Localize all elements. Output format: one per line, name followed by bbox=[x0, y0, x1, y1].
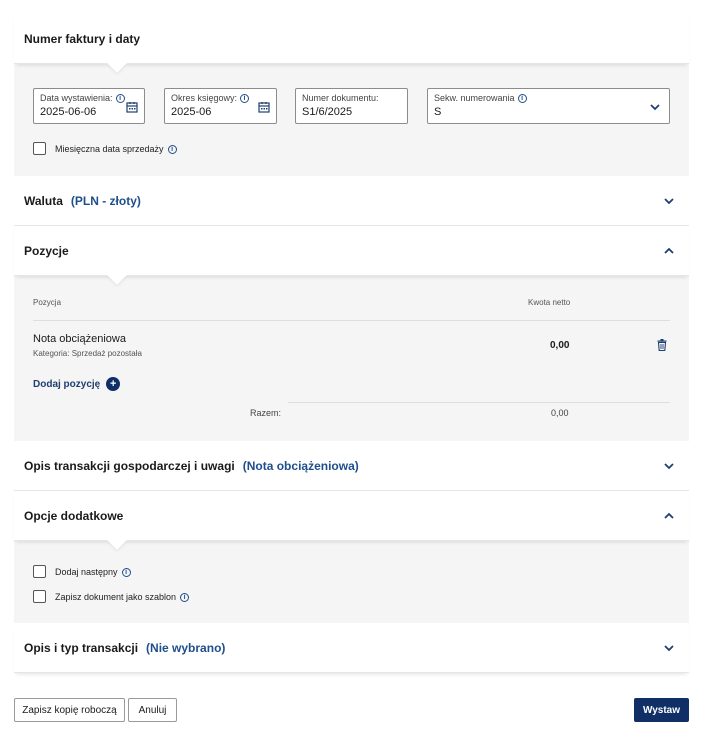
chevron-up-icon[interactable] bbox=[663, 510, 675, 522]
info-icon[interactable]: i bbox=[167, 144, 177, 154]
invoice-form: Numer faktury i daty Data wystawienia: i … bbox=[14, 14, 689, 673]
item-category: Kategoria: Sprzedaż pozostała bbox=[33, 349, 142, 358]
save-template-checkbox[interactable] bbox=[33, 590, 46, 603]
section-header-options[interactable]: Opcje dodatkowe bbox=[14, 491, 689, 550]
issue-date-field[interactable]: Data wystawienia: i 2025-06-06 bbox=[33, 88, 145, 124]
save-template-text: Zapisz dokument jako szablon bbox=[55, 592, 177, 602]
row-divider bbox=[33, 320, 670, 321]
add-position-label: Dodaj pozycję bbox=[33, 378, 101, 390]
sequence-label: Sekw. numerowania bbox=[434, 93, 515, 103]
section-title-currency: Waluta bbox=[24, 193, 63, 208]
sequence-select[interactable]: Sekw. numerowania i S bbox=[427, 88, 670, 124]
period-label: Okres księgowy: bbox=[171, 93, 238, 103]
chevron-up-icon[interactable] bbox=[663, 245, 675, 257]
doc-number-value: S1/6/2025 bbox=[302, 106, 353, 118]
chevron-down-icon[interactable] bbox=[649, 101, 661, 113]
section-header-positions[interactable]: Pozycje bbox=[14, 226, 689, 285]
section-title-positions: Pozycje bbox=[24, 243, 69, 258]
section-title-options: Opcje dodatkowe bbox=[24, 508, 124, 523]
issue-date-value: 2025-06-06 bbox=[40, 106, 97, 118]
monthly-sale-date-label: Miesięczna data sprzedaży i bbox=[55, 144, 177, 154]
cancel-button[interactable]: Anuluj bbox=[128, 698, 177, 722]
section-body-options: Dodaj następny i Zapisz dokument jako sza… bbox=[14, 541, 689, 623]
calendar-icon[interactable] bbox=[258, 101, 270, 113]
chevron-down-icon[interactable] bbox=[663, 642, 675, 654]
period-value: 2025-06 bbox=[171, 106, 212, 118]
section-title-dates: Numer faktury i daty bbox=[24, 31, 141, 46]
total-value: 0,00 bbox=[551, 408, 569, 418]
add-next-checkbox[interactable] bbox=[33, 565, 46, 578]
info-icon[interactable]: i bbox=[121, 567, 131, 577]
add-position-button[interactable]: Dodaj pozycję + bbox=[33, 377, 121, 391]
total-label: Razem: bbox=[250, 408, 282, 418]
document-number-field[interactable]: Numer dokumentu: S1/6/2025 bbox=[295, 88, 408, 124]
section-body-dates: Data wystawienia: i 2025-06-06 Okres księ… bbox=[14, 64, 689, 176]
add-next-label: Dodaj następny i bbox=[55, 567, 131, 577]
issue-button[interactable]: Wystaw bbox=[634, 698, 689, 722]
section-title-transaction: Opis i typ transakcji bbox=[24, 640, 139, 655]
column-header-net: Kwota netto bbox=[528, 298, 571, 307]
save-draft-button[interactable]: Zapisz kopię roboczą bbox=[14, 698, 125, 722]
save-template-label: Zapisz dokument jako szablon i bbox=[55, 592, 190, 602]
calendar-icon[interactable] bbox=[126, 101, 138, 113]
item-net-value[interactable]: 0,00 bbox=[550, 340, 569, 351]
chevron-down-icon[interactable] bbox=[663, 195, 675, 207]
sequence-value: S bbox=[434, 106, 442, 118]
monthly-sale-date-checkbox[interactable] bbox=[33, 142, 46, 155]
doc-number-label: Numer dokumentu: bbox=[302, 93, 379, 103]
section-title-description: Opis transakcji gospodarczej i uwagi bbox=[24, 458, 235, 473]
positions-table: Pozycja Kwota netto Nota obciążeniowa Ka… bbox=[14, 276, 689, 441]
section-header-transaction[interactable]: Opis i typ transakcji (Nie wybrano) bbox=[14, 623, 689, 673]
description-value: (Nota obciążeniowa) bbox=[242, 458, 359, 473]
section-header-dates[interactable]: Numer faktury i daty bbox=[14, 14, 689, 73]
section-header-description[interactable]: Opis transakcji gospodarczej i uwagi (No… bbox=[14, 441, 689, 491]
currency-value: (PLN - złoty) bbox=[70, 193, 141, 208]
info-icon[interactable]: i bbox=[180, 592, 190, 602]
plus-icon: + bbox=[106, 377, 121, 391]
column-header-position: Pozycja bbox=[33, 298, 62, 307]
chevron-down-icon[interactable] bbox=[663, 460, 675, 472]
info-icon[interactable]: i bbox=[240, 93, 250, 103]
trash-icon[interactable] bbox=[657, 339, 667, 351]
accounting-period-field[interactable]: Okres księgowy: i 2025-06 bbox=[164, 88, 277, 124]
info-icon[interactable]: i bbox=[115, 93, 125, 103]
info-icon[interactable]: i bbox=[517, 93, 527, 103]
transaction-value: (Nie wybrano) bbox=[146, 640, 226, 655]
add-next-text: Dodaj następny bbox=[55, 567, 118, 577]
total-divider bbox=[288, 402, 670, 403]
monthly-sale-date-text: Miesięczna data sprzedaży bbox=[55, 144, 164, 154]
issue-date-label: Data wystawienia: bbox=[40, 93, 113, 103]
section-header-currency[interactable]: Waluta (PLN - złoty) bbox=[14, 176, 689, 226]
item-name[interactable]: Nota obciążeniowa bbox=[33, 333, 126, 345]
